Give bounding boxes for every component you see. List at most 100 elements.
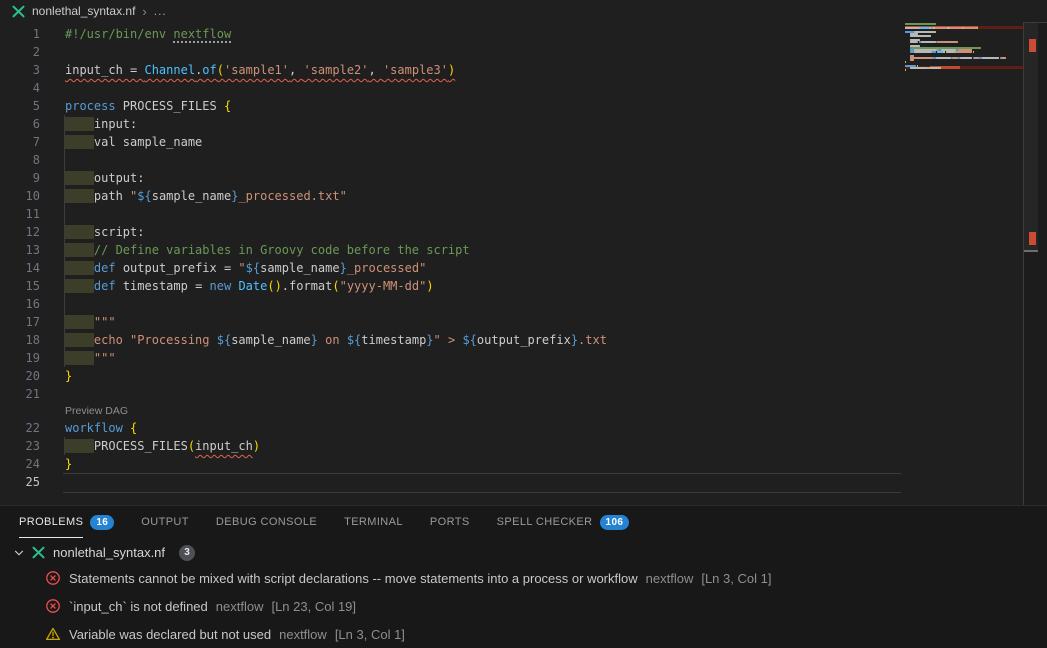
minimap-line (964, 27, 976, 29)
code-line[interactable]: 3input_ch = Channel.of('sample1', 'sampl… (0, 61, 905, 79)
scrollbar-slider[interactable] (1024, 23, 1038, 252)
problems-file-group[interactable]: nonlethal_syntax.nf 3 (0, 541, 1047, 564)
problem-location: [Ln 3, Col 1] (335, 627, 405, 642)
error-marker (1029, 39, 1036, 52)
panel-tab-badge: 16 (90, 515, 114, 530)
minimap-line (910, 67, 928, 69)
code-line[interactable]: 13 // Define variables in Groovy code be… (0, 241, 905, 259)
code-line[interactable]: 4 (0, 79, 905, 97)
bottom-panel: PROBLEMS16 OUTPUT DEBUG CONSOLE TERMINAL POR… (0, 505, 1047, 644)
minimap-line (925, 23, 936, 25)
line-number: 16 (0, 295, 40, 313)
minimap-line (937, 51, 942, 53)
line-number: 5 (0, 97, 40, 115)
code-line[interactable]: 5process PROCESS_FILES { (0, 97, 905, 115)
minimap-line (935, 31, 936, 33)
minimap-line (910, 59, 914, 61)
code-line[interactable]: 9 output: (0, 169, 905, 187)
code-line[interactable]: 10 path "${sample_name}_processed.txt" (0, 187, 905, 205)
line-number: 24 (0, 455, 40, 473)
code-line[interactable]: 11 (0, 205, 905, 223)
breadcrumb-more[interactable]: ... (154, 4, 167, 18)
code-line[interactable]: 23 PROCESS_FILES(input_ch) (0, 437, 905, 455)
code-line[interactable]: 1#!/usr/bin/env nextflow (0, 25, 905, 43)
line-number: 21 (0, 385, 40, 403)
minimap[interactable] (905, 22, 1023, 505)
minimap-line (950, 27, 962, 29)
code-line[interactable]: 8 (0, 151, 905, 169)
line-number: 22 (0, 419, 40, 437)
code-line[interactable]: 15 def timestamp = new Date().format("yy… (0, 277, 905, 295)
code-line[interactable]: 18 echo "Processing ${sample_name} on ${… (0, 331, 905, 349)
nextflow-icon (11, 4, 26, 19)
panel-tab-label: OUTPUT (141, 506, 189, 538)
code-line[interactable]: 24} (0, 455, 905, 473)
problem-message: Statements cannot be mixed with script d… (69, 571, 638, 586)
code-line[interactable]: 21 (0, 385, 905, 403)
code-line[interactable]: 14 def output_prefix = "${sample_name}_p… (0, 259, 905, 277)
panel-tab-label: PORTS (430, 506, 470, 538)
codelens-preview-dag[interactable]: Preview DAG (0, 403, 905, 419)
code-line[interactable]: 12 script: (0, 223, 905, 241)
problem-row[interactable]: `input_ch` is not defined nextflow [Ln 23,… (0, 592, 1047, 620)
minimap-line (937, 41, 957, 43)
code-line[interactable]: 2 (0, 43, 905, 61)
minimap-line (920, 27, 929, 29)
warning-icon (45, 626, 61, 642)
panel-tab-problems[interactable]: PROBLEMS16 (19, 506, 114, 538)
scrollbar-overview-ruler[interactable] (1023, 22, 1047, 505)
problem-message: Variable was declared but not used (69, 627, 271, 642)
minimap-error-highlight (978, 26, 1023, 29)
line-number: 17 (0, 313, 40, 331)
breadcrumb-separator: › (142, 4, 146, 19)
minimap-line (932, 51, 936, 53)
minimap-line (952, 57, 957, 59)
minimap-line (929, 67, 940, 69)
line-number: 20 (0, 367, 40, 385)
line-number: 7 (0, 133, 40, 151)
minimap-line (905, 69, 906, 71)
code-line[interactable]: 20} (0, 367, 905, 385)
code-line[interactable]: 16 (0, 295, 905, 313)
error-marker (1029, 232, 1036, 245)
problem-location: [Ln 23, Col 19] (271, 599, 356, 614)
panel-tab-output[interactable]: OUTPUT (141, 506, 189, 538)
problems-count-badge: 3 (179, 545, 195, 561)
breadcrumb-file[interactable]: nonlethal_syntax.nf (32, 4, 135, 18)
line-number: 2 (0, 43, 40, 61)
problem-message: `input_ch` is not defined (69, 599, 208, 614)
code-line[interactable]: 25 (0, 473, 905, 491)
error-icon (45, 570, 61, 586)
code-editor[interactable]: 1#!/usr/bin/env nextflow23input_ch = Cha… (0, 22, 1047, 505)
code-line[interactable]: 22workflow { (0, 419, 905, 437)
panel-tab-label: DEBUG CONSOLE (216, 506, 317, 538)
minimap-line (905, 23, 925, 25)
problem-source: nextflow (216, 599, 264, 614)
minimap-line (946, 51, 955, 53)
panel-tab-badge: 106 (600, 515, 630, 530)
minimap-line (905, 61, 906, 63)
panel-tab-debug-console[interactable]: DEBUG CONSOLE (216, 506, 317, 538)
minimap-line (977, 27, 978, 29)
problem-row[interactable]: Statements cannot be mixed with script d… (0, 564, 1047, 592)
code-line[interactable]: 17 """ (0, 313, 905, 331)
chevron-down-icon[interactable] (12, 546, 26, 560)
code-line[interactable]: 19 """ (0, 349, 905, 367)
minimap-line (936, 57, 951, 59)
line-number: 6 (0, 115, 40, 133)
panel-tab-terminal[interactable]: TERMINAL (344, 506, 403, 538)
code-line[interactable]: 7 val sample_name (0, 133, 905, 151)
line-number: 8 (0, 151, 40, 169)
minimap-line (910, 41, 917, 43)
error-icon (45, 598, 61, 614)
minimap-line (910, 35, 930, 37)
problems-list: Statements cannot be mixed with script d… (0, 564, 1047, 648)
line-number: 14 (0, 259, 40, 277)
panel-tab-spell-checker[interactable]: SPELL CHECKER106 (497, 506, 630, 538)
minimap-line (1001, 57, 1006, 59)
panel-tab-ports[interactable]: PORTS (430, 506, 470, 538)
minimap-line (973, 51, 974, 53)
line-number: 10 (0, 187, 40, 205)
code-line[interactable]: 6 input: (0, 115, 905, 133)
problem-location: [Ln 3, Col 1] (701, 571, 771, 586)
